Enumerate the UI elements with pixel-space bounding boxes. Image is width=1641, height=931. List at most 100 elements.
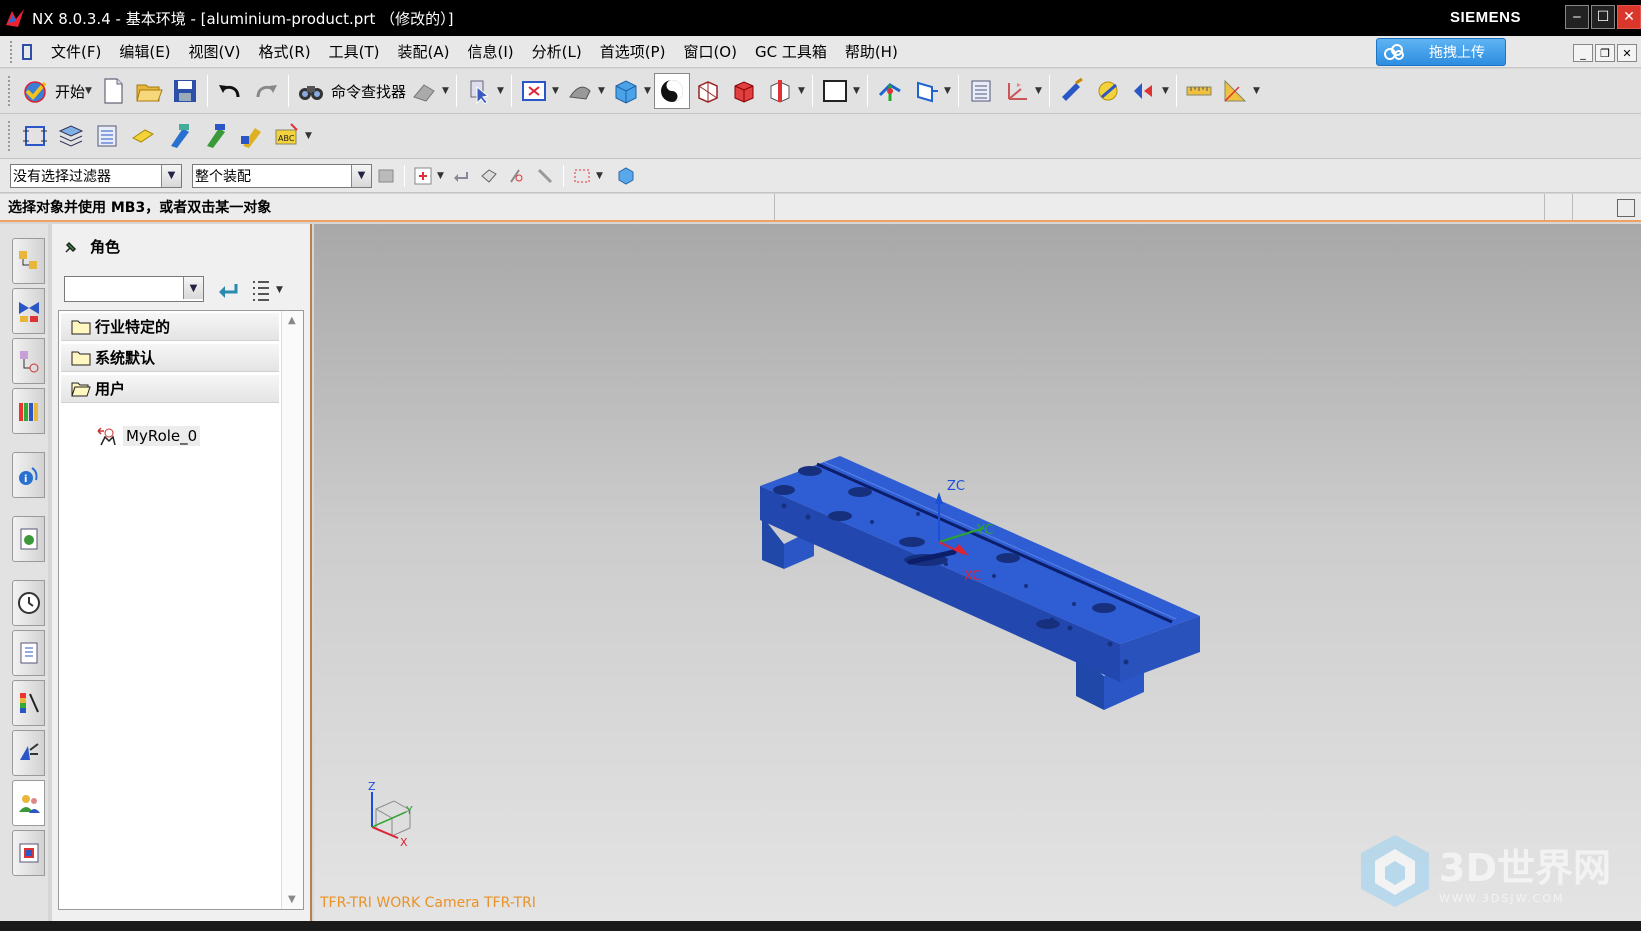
close-button[interactable]: ✕	[1617, 5, 1641, 29]
command-finder-label[interactable]: 命令查找器	[331, 81, 406, 102]
fit-window-icon[interactable]	[1617, 199, 1635, 217]
fit-button[interactable]	[516, 73, 552, 109]
graphics-window[interactable]: ZC YC XC Z Y X TFR-TRI WORK Camera TFR-T…	[314, 224, 1641, 921]
assembly-add-button[interactable]	[161, 118, 197, 154]
role-filter-combo[interactable]: ▼	[64, 276, 204, 302]
chevron-down-icon[interactable]: ▼	[351, 164, 371, 187]
text-label-button[interactable]: ABC	[269, 118, 305, 154]
minimize-button[interactable]: ‒	[1565, 5, 1589, 29]
touch-mode-button[interactable]	[406, 73, 442, 109]
layout-dropdown-arrow[interactable]: ▼	[853, 86, 863, 96]
menu-gc-toolkit[interactable]: GC 工具箱	[746, 41, 836, 62]
layer-settings-button[interactable]	[963, 73, 999, 109]
select-button[interactable]	[461, 73, 497, 109]
part-navigator-tab[interactable]	[12, 338, 45, 384]
background-button[interactable]	[654, 73, 691, 109]
mdi-close-button[interactable]: ✕	[1617, 44, 1637, 62]
edit-object-display-button[interactable]	[1054, 73, 1090, 109]
snap-end-button[interactable]	[531, 163, 559, 189]
tree-folder-user[interactable]: 用户	[61, 375, 279, 403]
measure-angle-button[interactable]	[1217, 73, 1253, 109]
type-filter-combo[interactable]: 没有选择过滤器 ▼	[10, 163, 182, 188]
layout-button[interactable]	[817, 73, 853, 109]
datum-csys-button[interactable]	[999, 73, 1035, 109]
palettes-tab[interactable]	[12, 830, 45, 876]
menu-help[interactable]: 帮助(H)	[836, 41, 907, 62]
wcs-dynamics-button[interactable]	[872, 73, 908, 109]
fit-dropdown-arrow[interactable]: ▼	[552, 86, 562, 96]
assembly-move-button[interactable]	[197, 118, 233, 154]
upload-button[interactable]: 拖拽上传	[1376, 38, 1506, 66]
hidden-edges-button[interactable]	[690, 73, 726, 109]
history-tab[interactable]	[12, 580, 45, 626]
selection-scope-combo[interactable]: 整个装配 ▼	[192, 163, 372, 188]
feature-selection-button[interactable]	[409, 163, 437, 189]
wave-button[interactable]	[125, 118, 161, 154]
assembly-constraint-button[interactable]	[233, 118, 269, 154]
chevron-down-icon[interactable]: ▼	[183, 277, 203, 299]
text-dropdown-arrow[interactable]: ▼	[305, 131, 315, 141]
orient-dropdown-arrow[interactable]: ▼	[598, 86, 608, 96]
process-studio-tab[interactable]	[12, 630, 45, 676]
shaded-button[interactable]	[608, 73, 644, 109]
mdi-restore-button[interactable]: ❐	[1595, 44, 1615, 62]
pin-icon[interactable]	[62, 238, 80, 256]
menu-assembly[interactable]: 装配(A)	[389, 41, 459, 62]
section-dropdown-arrow[interactable]: ▼	[798, 86, 808, 96]
tree-item-myrole[interactable]: MyRole_0	[95, 425, 201, 447]
system-materials-tab[interactable]	[12, 730, 45, 776]
assembly-navigator-tab[interactable]	[12, 238, 45, 284]
undo-select-button[interactable]	[447, 163, 475, 189]
menu-analysis[interactable]: 分析(L)	[523, 41, 591, 62]
snap-point-button[interactable]	[503, 163, 531, 189]
render-style-dropdown-arrow[interactable]: ▼	[644, 86, 654, 96]
wcs-origin-button[interactable]	[908, 73, 944, 109]
measure-distance-button[interactable]	[1181, 73, 1217, 109]
rectangle-select-button[interactable]	[568, 163, 596, 189]
tree-folder-industry[interactable]: 行业特定的	[61, 313, 279, 341]
menu-preferences[interactable]: 首选项(P)	[591, 41, 675, 62]
wcs-dropdown-arrow[interactable]: ▼	[944, 86, 954, 96]
orient-view-button[interactable]	[562, 73, 598, 109]
open-button[interactable]	[131, 73, 167, 109]
select-body-button[interactable]	[612, 163, 640, 189]
web-browser-tab[interactable]	[12, 516, 45, 562]
scroll-down-icon[interactable]: ▼	[288, 894, 296, 905]
general-selection-button[interactable]	[372, 163, 400, 189]
hd3d-tools-tab[interactable]: i	[12, 452, 45, 498]
manufacturing-wizards-tab[interactable]	[12, 680, 45, 726]
start-button[interactable]	[17, 73, 53, 109]
clip-section-button[interactable]	[762, 73, 798, 109]
datum-dropdown-arrow[interactable]: ▼	[1035, 86, 1045, 96]
rectangle-select-dropdown-arrow[interactable]: ▼	[596, 171, 606, 181]
menu-file[interactable]: 文件(F)	[42, 41, 110, 62]
toolbar-grip-2[interactable]	[8, 121, 12, 151]
select-face-button[interactable]	[475, 163, 503, 189]
undo-button[interactable]	[212, 73, 248, 109]
scroll-up-icon[interactable]: ▲	[288, 315, 296, 326]
command-finder-button[interactable]	[293, 73, 329, 109]
show-hide-button[interactable]	[1090, 73, 1126, 109]
roles-tab[interactable]	[12, 780, 45, 826]
list-view-button[interactable]: ▼	[250, 276, 290, 304]
touch-dropdown-arrow[interactable]: ▼	[442, 86, 452, 96]
feature-select-dropdown-arrow[interactable]: ▼	[437, 171, 447, 181]
menu-grip[interactable]	[10, 40, 14, 63]
model-view[interactable]: ZC YC XC Z Y X	[314, 224, 1641, 921]
select-dropdown-arrow[interactable]: ▼	[497, 86, 507, 96]
menu-information[interactable]: 信息(I)	[458, 41, 522, 62]
back-button[interactable]	[214, 276, 242, 304]
menu-tools[interactable]: 工具(T)	[320, 41, 389, 62]
menu-window[interactable]: 窗口(O)	[674, 41, 746, 62]
layer-stack-button[interactable]	[53, 118, 89, 154]
redo-button[interactable]	[248, 73, 284, 109]
maximize-button[interactable]: ☐	[1591, 5, 1615, 29]
start-label[interactable]: 开始	[55, 81, 85, 102]
start-dropdown-arrow[interactable]: ▼	[85, 86, 95, 96]
transform-dropdown-arrow[interactable]: ▼	[1162, 86, 1172, 96]
measure-dropdown-arrow[interactable]: ▼	[1253, 86, 1263, 96]
toolbar-grip[interactable]	[8, 76, 12, 106]
list-view-dropdown-arrow[interactable]: ▼	[276, 285, 286, 295]
save-button[interactable]	[167, 73, 203, 109]
transform-button[interactable]	[1126, 73, 1162, 109]
